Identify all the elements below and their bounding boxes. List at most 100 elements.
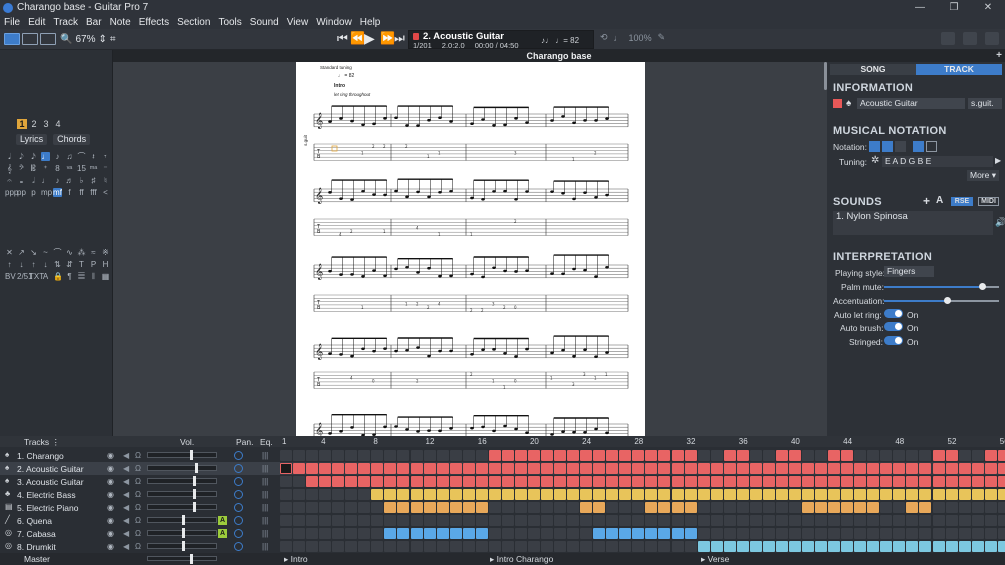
visibility-eye-icon[interactable]: ◉ [107,516,114,525]
bar-cell-filled[interactable] [423,476,436,487]
bar-cell-empty[interactable] [501,528,514,539]
palette-symbol-41[interactable]: ∿ [65,248,74,257]
bar-cell-empty[interactable] [293,541,306,552]
palette-symbol-23[interactable]: ♬ [65,176,74,185]
solo-headphones-icon[interactable]: Ω [135,477,141,486]
bar-cell-filled[interactable] [697,476,710,487]
bar-cell-filled[interactable] [684,489,697,500]
palm-mute-slider[interactable] [884,283,999,290]
bar-cell-filled[interactable] [775,476,788,487]
bar-cell-empty[interactable] [306,489,319,500]
bar-cell-filled[interactable] [749,541,762,552]
bar-cell-empty[interactable] [527,541,540,552]
bar-cell-empty[interactable] [293,450,306,461]
bar-cell-empty[interactable] [293,515,306,526]
palette-symbol-40[interactable]: ⌒ [53,248,62,257]
bar-cell-filled[interactable] [514,450,527,461]
palette-symbol-62[interactable]: ▦ [101,272,110,281]
bar-cell-empty[interactable] [332,528,345,539]
track-bars-row[interactable] [280,540,1005,553]
bar-cell-filled[interactable] [462,489,475,500]
bar-cell-filled[interactable] [919,489,932,500]
visibility-eye-icon[interactable]: ◉ [107,529,114,538]
bar-cell-empty[interactable] [958,515,971,526]
instrument-icon[interactable]: ♠ [846,98,851,109]
bar-cell-filled[interactable] [762,463,775,474]
bar-cell-filled[interactable] [410,489,423,500]
bar-cell-filled[interactable] [541,450,553,461]
bar-cell-filled[interactable] [436,489,449,500]
bar-cell-filled[interactable] [645,463,658,474]
bar-cell-filled[interactable] [815,463,828,474]
bar-cell-filled[interactable] [658,450,671,461]
bar-cell-empty[interactable] [828,515,841,526]
bar-cell-filled[interactable] [802,502,814,513]
palette-symbol-10[interactable]: 𝄢 [17,164,26,173]
bar-cell-empty[interactable] [410,541,423,552]
bar-cell-filled[interactable] [919,502,932,513]
bar-cell-filled[interactable] [645,476,658,487]
track-row[interactable]: ▤ 5. Electric Piano ◉ ◀ Ω ||| [0,501,280,514]
palette-symbol-54[interactable]: BV [5,272,16,281]
bar-cell-empty[interactable] [984,528,997,539]
menu-effects[interactable]: Effects [139,17,169,28]
more-button[interactable]: More ▾ [967,170,999,181]
bar-cell-filled[interactable] [997,489,1005,500]
pencil-button[interactable] [985,32,999,45]
bar-cell-filled[interactable] [436,502,449,513]
bar-cell-empty[interactable] [306,515,319,526]
menu-bar-menu[interactable]: Bar [86,17,102,28]
bar-cell-empty[interactable] [893,502,906,513]
bar-cell-empty[interactable] [567,515,580,526]
add-tab-icon[interactable]: + [996,50,1002,62]
bar-cell-empty[interactable] [619,502,632,513]
chords-tab[interactable]: Chords [53,134,91,145]
palette-symbol-58[interactable]: 🔒 [53,272,63,281]
bar-cell-filled[interactable] [488,463,501,474]
eq-icon[interactable]: ||| [262,542,268,551]
palette-symbol-52[interactable]: P [89,260,98,269]
mute-icon[interactable]: ◀ [123,490,129,499]
bar-cell-filled[interactable] [371,476,384,487]
bar-cell-empty[interactable] [488,515,501,526]
bar-cell-empty[interactable] [788,515,801,526]
bar-cell-empty[interactable] [841,528,854,539]
bar-cell-filled[interactable] [449,502,462,513]
bar-cell-filled[interactable] [527,489,540,500]
bar-cell-empty[interactable] [280,450,292,461]
bar-cell-filled[interactable] [997,463,1005,474]
palette-symbol-5[interactable]: ♫ [65,152,74,161]
bar-cell-empty[interactable] [893,515,906,526]
bar-cell-empty[interactable] [501,515,514,526]
bar-cell-filled[interactable] [736,450,749,461]
bar-cell-filled[interactable] [945,450,958,461]
volume-knob[interactable] [182,541,185,551]
bar-cell-filled[interactable] [867,541,880,552]
bar-cell-empty[interactable] [358,528,371,539]
bar-cell-filled[interactable] [971,476,984,487]
bar-cell-filled[interactable] [802,541,814,552]
metronome-icon[interactable]: ♩ [614,33,623,43]
bar-cell-empty[interactable] [958,502,971,513]
bar-cell-filled[interactable] [488,476,501,487]
palette-symbol-59[interactable]: ¶ [65,272,74,281]
bar-cell-filled[interactable] [514,489,527,500]
bar-cell-empty[interactable] [397,541,410,552]
bar-cell-empty[interactable] [802,515,814,526]
palette-symbol-4[interactable]: ♪ [53,152,62,161]
bar-cell-filled[interactable] [880,541,893,552]
track-short-name-field[interactable]: s.guit. [968,98,1002,109]
bar-cell-filled[interactable] [567,450,580,461]
eq-icon[interactable]: ||| [262,529,268,538]
bar-cell-filled[interactable] [841,489,854,500]
menu-sound[interactable]: Sound [250,17,279,28]
bar-cell-filled[interactable] [815,502,828,513]
menu-track[interactable]: Track [53,17,78,28]
bar-cell-filled[interactable] [945,463,958,474]
bar-cell-empty[interactable] [410,450,423,461]
mute-icon[interactable]: ◀ [123,464,129,473]
bar-cell-filled[interactable] [880,489,893,500]
bar-cell-empty[interactable] [514,515,527,526]
bar-cell-empty[interactable] [554,515,567,526]
voice-2-button[interactable]: 2 [29,119,39,129]
